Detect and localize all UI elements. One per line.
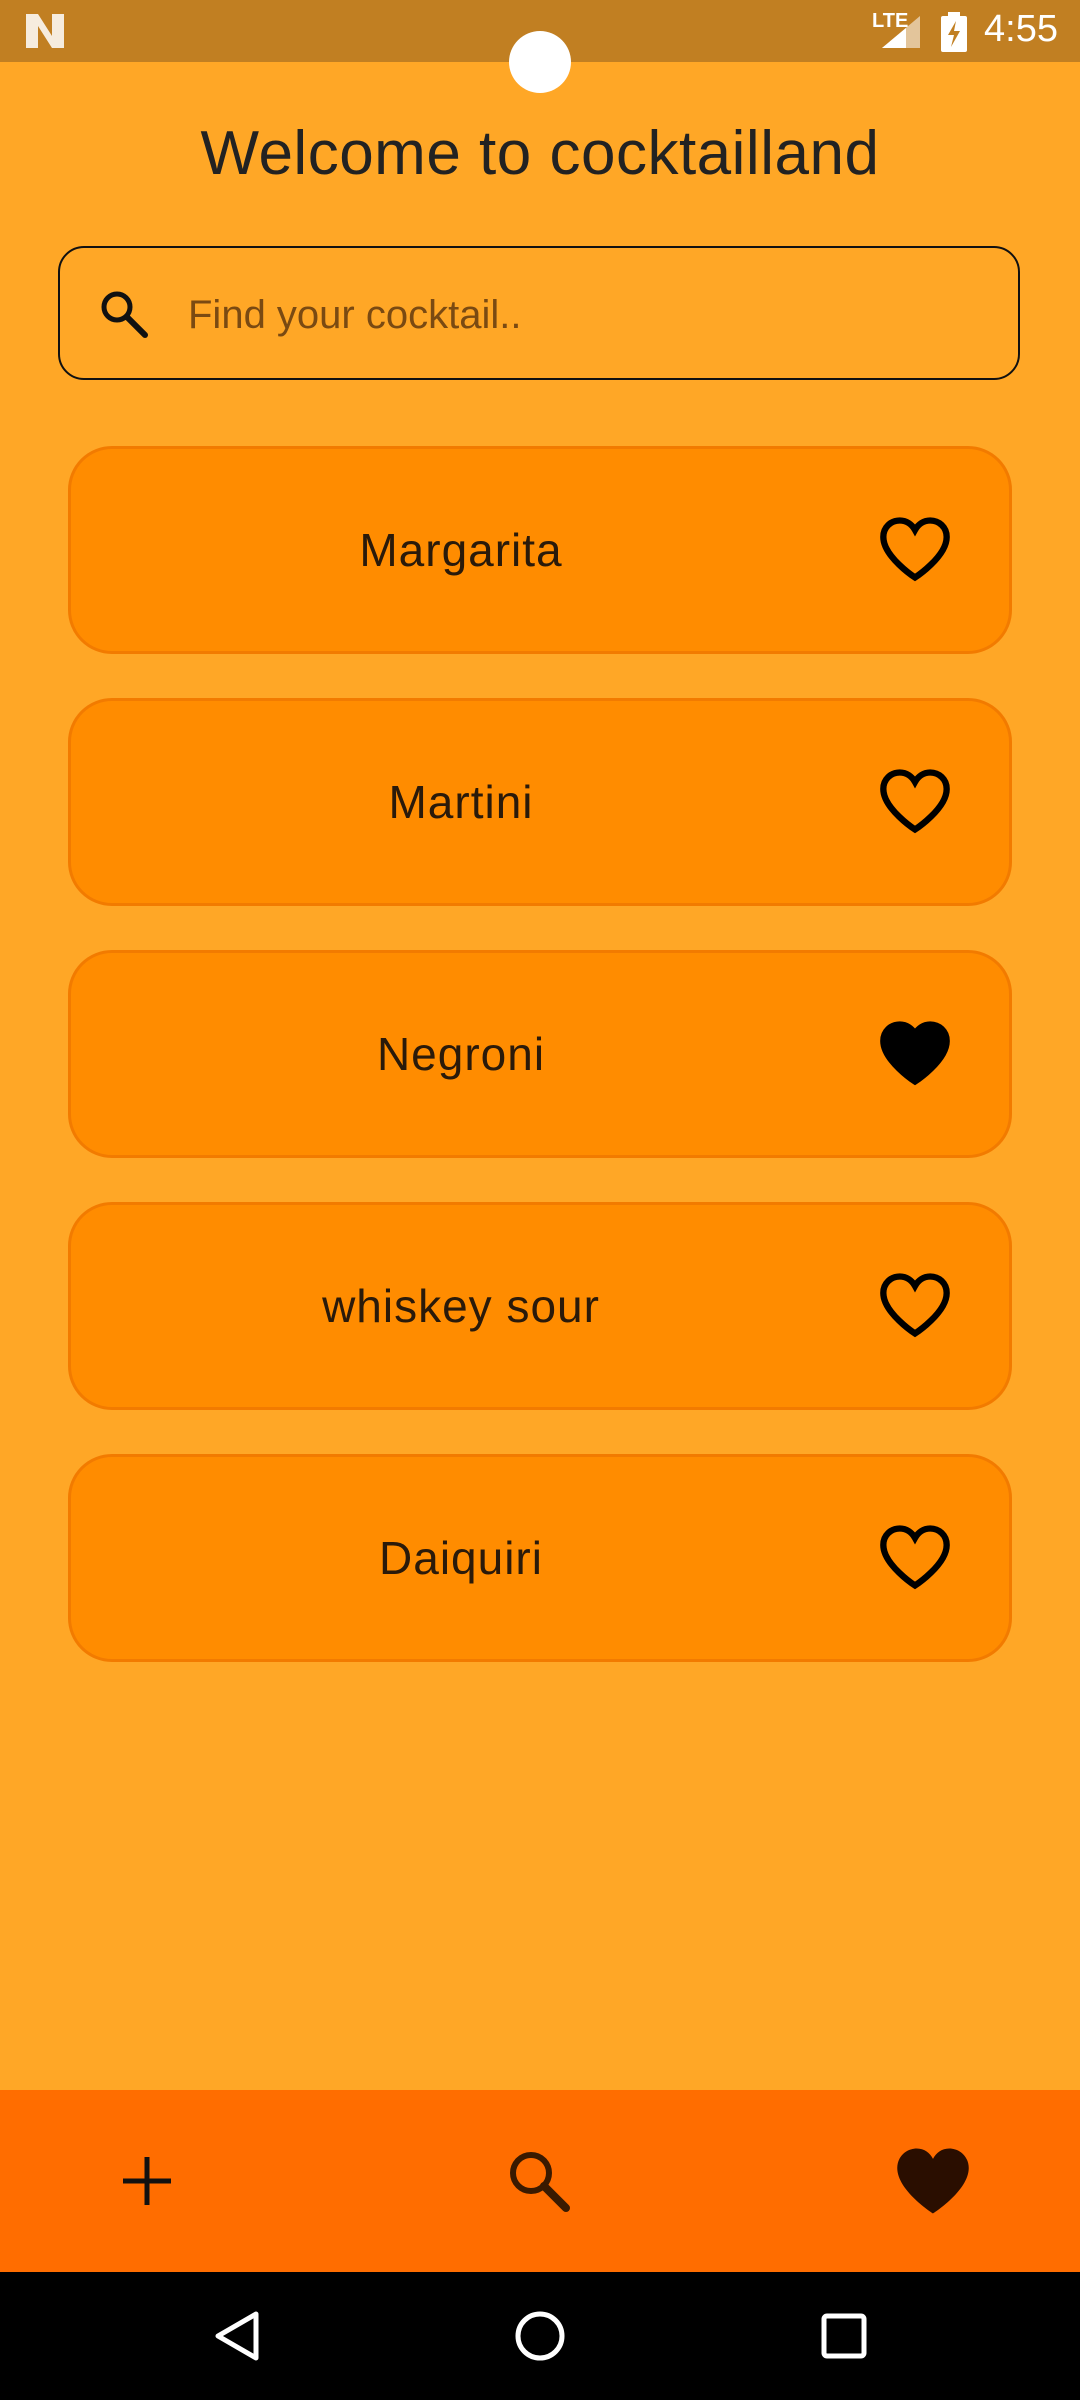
camera-cutout — [509, 31, 571, 93]
battery-charging-icon — [941, 12, 967, 52]
heart-filled-icon[interactable] — [877, 1017, 953, 1089]
recents-icon[interactable] — [808, 2300, 880, 2372]
heart-outline-icon[interactable] — [877, 1521, 953, 1593]
cocktail-card[interactable]: Daiquiri — [68, 1454, 1012, 1662]
android-n-logo-icon — [26, 14, 64, 48]
heart-icon — [897, 2148, 969, 2214]
heart-outline-icon[interactable] — [877, 765, 953, 837]
signal-icon — [882, 16, 920, 48]
cocktail-name: Martini — [388, 776, 534, 828]
search-input[interactable] — [186, 274, 990, 356]
add-button[interactable] — [102, 2136, 192, 2226]
plus-icon — [123, 2157, 171, 2205]
heart-outline-icon[interactable] — [877, 1269, 953, 1341]
search-icon — [101, 291, 148, 338]
cocktail-name: Margarita — [359, 524, 563, 576]
cocktail-card[interactable]: Martini — [68, 698, 1012, 906]
system-navigation-bar — [0, 2272, 1080, 2400]
search-nav-button[interactable] — [494, 2136, 584, 2226]
cocktail-card[interactable]: Negroni — [68, 950, 1012, 1158]
cocktail-card[interactable]: Margarita — [68, 446, 1012, 654]
cocktail-card[interactable]: whiskey sour — [68, 1202, 1012, 1410]
page-title: Welcome to cocktailland — [200, 119, 880, 188]
search-icon — [510, 2152, 570, 2212]
home-icon[interactable] — [504, 2300, 576, 2372]
search-box[interactable] — [58, 246, 1020, 380]
cocktail-name: Daiquiri — [379, 1532, 543, 1584]
clock: 4:55 — [984, 8, 1058, 50]
favorites-nav-button[interactable] — [888, 2136, 978, 2226]
cocktail-name: whiskey sour — [322, 1280, 600, 1332]
back-icon[interactable] — [200, 2300, 272, 2372]
heart-outline-icon[interactable] — [877, 513, 953, 585]
cocktail-name: Negroni — [376, 1028, 546, 1080]
bottom-navigation — [0, 2090, 1080, 2272]
